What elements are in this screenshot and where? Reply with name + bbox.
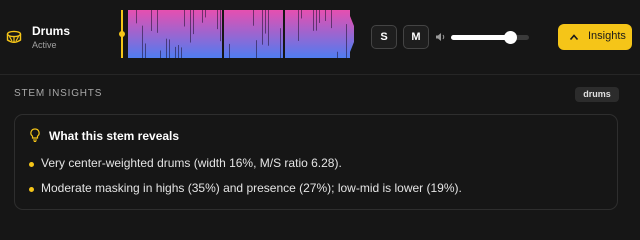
drum-icon <box>6 30 22 43</box>
insights-toggle-button[interactable]: Insights <box>558 24 632 50</box>
card-title: What this stem reveals <box>49 129 180 143</box>
insight-text: Moderate masking in highs (35%) and pres… <box>41 181 462 195</box>
track-status: Active <box>32 40 57 50</box>
playhead-handle[interactable] <box>119 31 125 37</box>
volume-slider-thumb[interactable] <box>503 31 517 44</box>
stem-badge: drums <box>575 87 619 102</box>
insights-card: What this stem reveals Very center-weigh… <box>14 114 618 210</box>
divider <box>0 74 640 75</box>
bullet-dot <box>29 187 34 192</box>
mute-button[interactable]: M <box>403 25 429 49</box>
solo-button[interactable]: S <box>371 25 397 49</box>
track-row: Drums Active S M Insights <box>0 0 640 74</box>
insight-text: Very center-weighted drums (width 16%, M… <box>41 156 342 170</box>
lightbulb-icon <box>30 128 40 142</box>
track-name: Drums <box>32 24 71 38</box>
waveform[interactable] <box>128 10 354 58</box>
volume-icon[interactable] <box>435 31 447 43</box>
panel-title: STEM INSIGHTS <box>14 88 103 99</box>
volume-slider-fill <box>451 35 511 40</box>
bullet-dot <box>29 162 34 167</box>
chevron-up-icon <box>569 34 579 41</box>
insights-button-label: Insights <box>588 30 626 42</box>
